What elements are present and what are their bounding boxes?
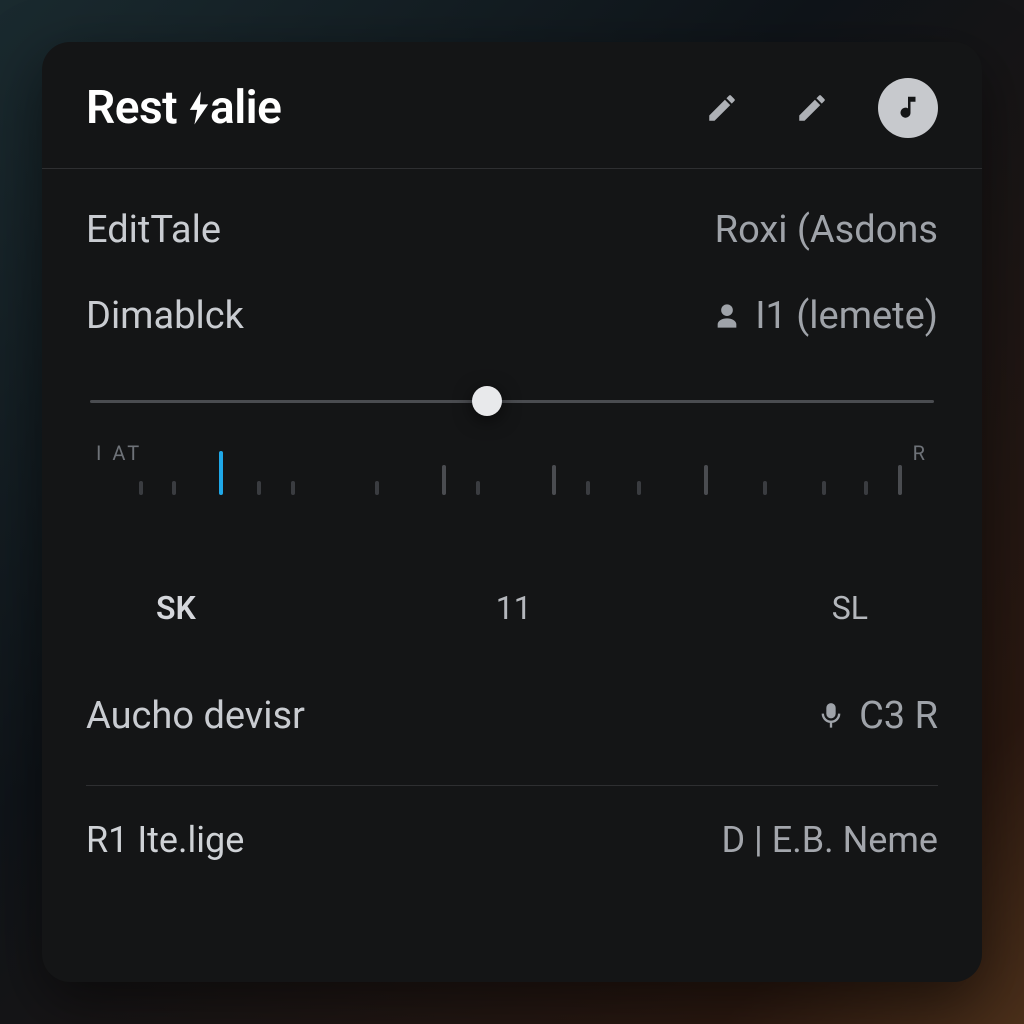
row-audio-device[interactable]: Aucho devisr C3 R xyxy=(86,673,938,759)
row-footer[interactable]: R1 Ite.lige D | E.B. Neme xyxy=(86,786,938,894)
ruler-tick xyxy=(291,481,295,495)
ruler-label-1: 11 xyxy=(496,589,532,627)
title-part-a: Rest xyxy=(86,81,188,135)
edit-icon[interactable] xyxy=(698,84,746,132)
bolt-icon xyxy=(188,83,210,137)
panel-title: Rest alie xyxy=(86,81,698,135)
person-icon xyxy=(713,302,741,330)
row-dimablck[interactable]: Dimablck I1 (lemete) xyxy=(86,273,938,359)
position-slider[interactable] xyxy=(90,381,934,421)
row-value-text: I1 (lemete) xyxy=(755,294,938,338)
ruler-label-2: SL xyxy=(832,589,868,627)
row-value: D | E.B. Neme xyxy=(721,819,938,861)
ruler-tick xyxy=(552,465,556,495)
media-panel: Rest alie EditTale Roxi (Asdons Dimablck xyxy=(42,42,982,982)
ruler-tick xyxy=(822,481,826,495)
panel-body: EditTale Roxi (Asdons Dimablck I1 (lemet… xyxy=(42,169,982,982)
slider-thumb[interactable] xyxy=(472,386,502,416)
row-value: Roxi (Asdons xyxy=(715,208,938,252)
ruler-tick xyxy=(219,451,223,495)
ruler-tick xyxy=(637,481,641,495)
row-value-text: C3 R xyxy=(859,694,938,738)
row-label: R1 Ite.lige xyxy=(86,819,244,861)
ruler-tick xyxy=(257,481,261,495)
row-value: I1 (lemete) xyxy=(713,294,938,338)
ruler-tick xyxy=(864,481,868,495)
mic-icon xyxy=(817,702,845,730)
ruler-tick xyxy=(763,481,767,495)
ruler-label-0: SK xyxy=(156,589,196,627)
ruler-tick xyxy=(898,465,902,495)
panel-header: Rest alie xyxy=(42,42,982,169)
ruler-tick xyxy=(172,481,176,495)
edit-icon-2[interactable] xyxy=(788,84,836,132)
ruler-tick xyxy=(442,465,446,495)
music-icon[interactable] xyxy=(878,78,938,138)
row-value: C3 R xyxy=(817,694,938,738)
row-label: Dimablck xyxy=(86,294,244,338)
ruler-tick xyxy=(704,465,708,495)
ruler-tick xyxy=(139,481,143,495)
row-label: Aucho devisr xyxy=(86,694,305,738)
ruler-tick xyxy=(476,481,480,495)
ruler-tick xyxy=(586,481,590,495)
slider-track xyxy=(90,400,934,403)
row-label: EditTale xyxy=(86,208,221,252)
scale-ruler[interactable]: I AT R xyxy=(90,447,934,527)
ruler-labels: SK 11 SL xyxy=(86,527,938,627)
title-part-b: alie xyxy=(210,81,281,135)
row-edit-tale[interactable]: EditTale Roxi (Asdons xyxy=(86,187,938,273)
header-actions xyxy=(698,78,938,138)
ruler-tick xyxy=(375,481,379,495)
ruler-ticks xyxy=(90,451,934,501)
